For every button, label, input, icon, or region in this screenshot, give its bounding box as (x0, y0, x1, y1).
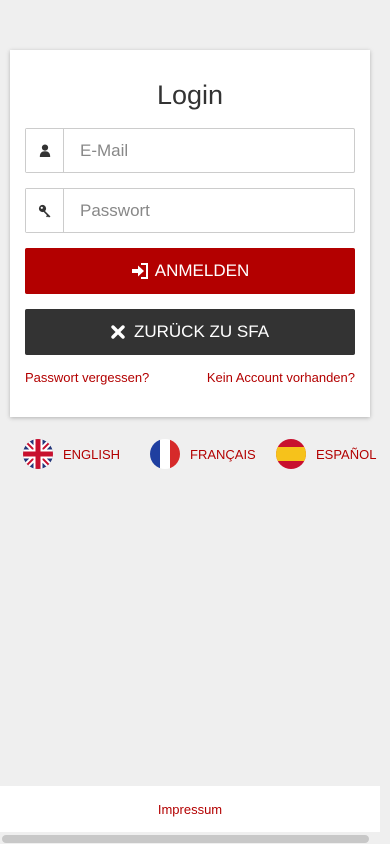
login-card: Login E-Mail ANMELDEN ZURÜCK ZU SFA Pass… (10, 50, 370, 417)
email-input[interactable] (64, 129, 354, 172)
forgot-password-link[interactable]: Passwort vergessen? (25, 370, 149, 385)
email-field-group (25, 128, 355, 173)
password-input[interactable] (64, 189, 354, 232)
language-french[interactable]: FRANÇAIS (150, 438, 256, 470)
password-field-group (25, 188, 355, 233)
login-button-label: ANMELDEN (154, 261, 250, 280)
horizontal-scrollbar[interactable] (2, 835, 369, 843)
spain-flag-icon (276, 439, 306, 469)
language-spanish-label: ESPAÑOL (316, 446, 377, 462)
language-english-label: ENGLISH (63, 446, 121, 462)
login-button[interactable]: ANMELDEN (25, 248, 355, 294)
key-icon (26, 189, 64, 232)
page-title: Login (156, 80, 224, 110)
language-selector: ENGLISH FRANÇAIS ESPAÑOL (0, 438, 390, 470)
back-to-sfa-button[interactable]: ZURÜCK ZU SFA (25, 309, 355, 355)
footer: Impressum (0, 786, 380, 832)
impressum-link[interactable]: Impressum (158, 802, 222, 817)
uk-flag-icon (23, 439, 53, 469)
language-english[interactable]: ENGLISH (23, 438, 120, 470)
page: Login E-Mail ANMELDEN ZURÜCK ZU SFA Pass… (0, 0, 390, 844)
no-account-link[interactable]: Kein Account vorhanden? (207, 370, 355, 385)
sign-in-icon (131, 263, 149, 279)
france-flag-icon (150, 439, 180, 469)
language-french-label: FRANÇAIS (190, 446, 256, 462)
back-button-label: ZURÜCK ZU SFA (133, 322, 270, 341)
close-icon (111, 325, 125, 339)
user-icon (26, 129, 64, 172)
language-spanish[interactable]: ESPAÑOL (276, 438, 376, 470)
